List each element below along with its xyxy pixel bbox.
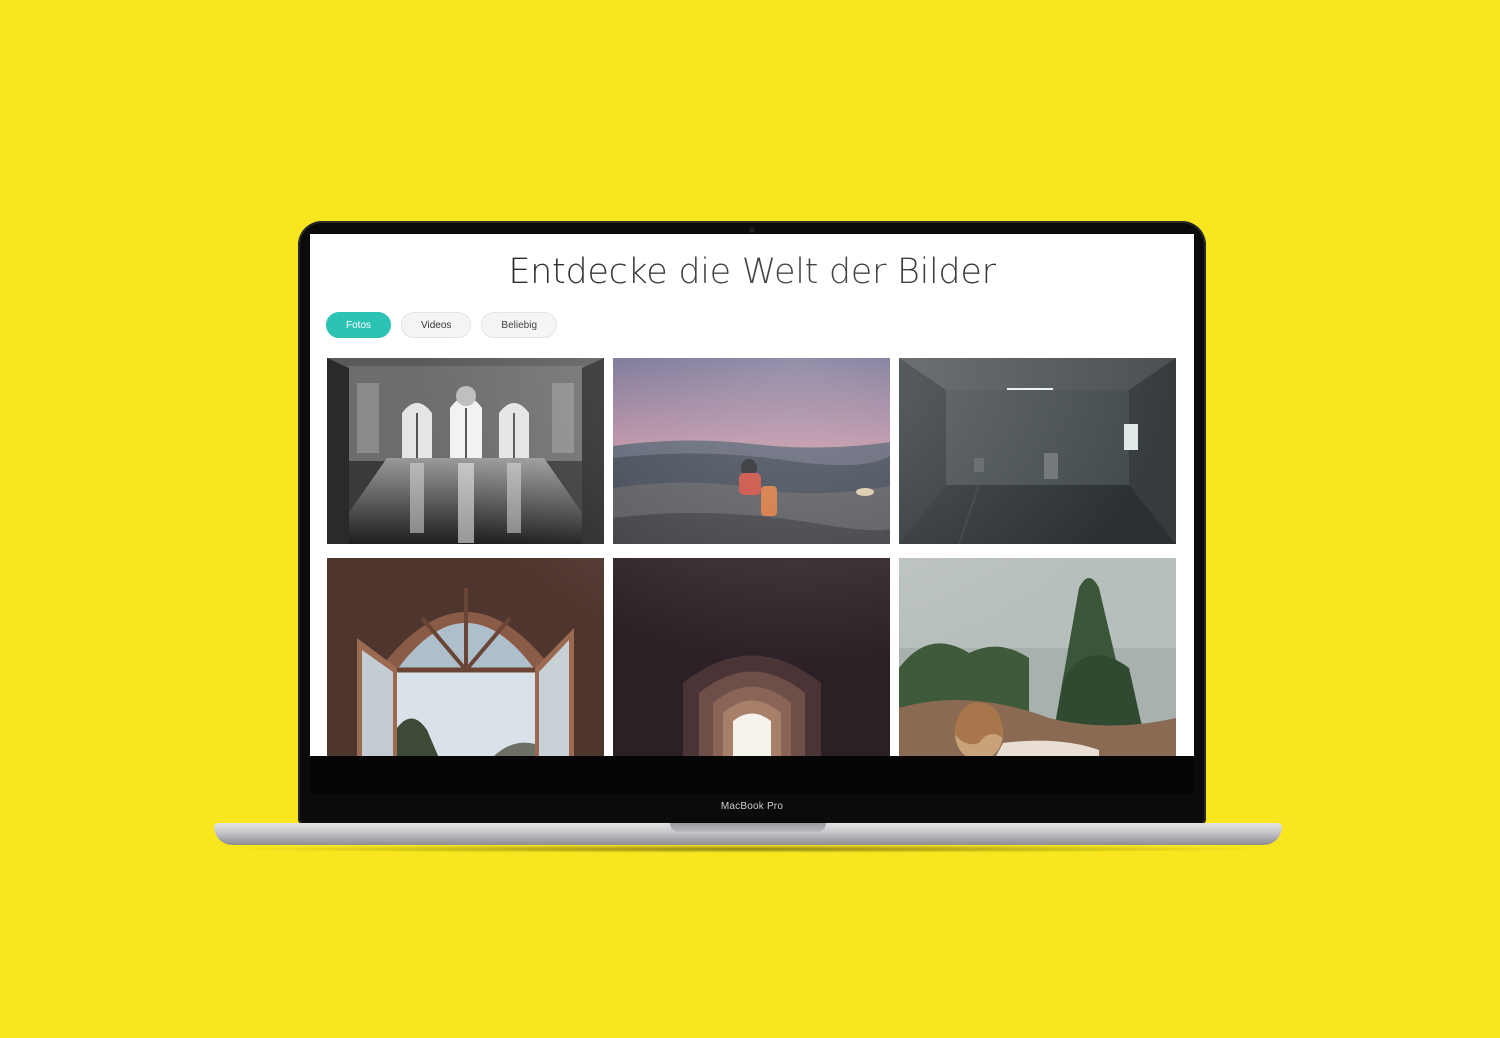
filter-bar: Fotos Videos Beliebig: [326, 312, 558, 338]
laptop-opening-notch: [670, 823, 826, 832]
filter-beliebig-button[interactable]: Beliebig: [481, 312, 558, 338]
archway-photo: [613, 558, 890, 756]
gallery-item-archway[interactable]: [613, 558, 890, 756]
arched-window-photo: [327, 558, 604, 756]
gallery-item-mountain[interactable]: [613, 358, 890, 544]
gallery-item-woman[interactable]: [899, 558, 1176, 756]
woman-in-field-photo: [899, 558, 1176, 756]
page-title: Entdecke die Welt der Bilder: [508, 252, 996, 292]
camera-icon: [749, 227, 755, 233]
filter-fotos-button[interactable]: Fotos: [326, 312, 392, 338]
gallery-item-window[interactable]: [327, 558, 604, 756]
screen-bottom-bar: [310, 756, 1194, 794]
mountain-sunset-photo: [613, 358, 890, 544]
laptop-lid: Entdecke die Welt der Bilder Fotos Video…: [298, 221, 1206, 825]
empty-room-photo: [899, 358, 1176, 544]
filter-videos-button[interactable]: Videos: [401, 312, 472, 338]
laptop-shadow: [220, 845, 1276, 853]
ballroom-photo: [327, 358, 604, 544]
image-gallery: [327, 358, 1177, 756]
gallery-item-ballroom[interactable]: [327, 358, 604, 544]
device-label: MacBook Pro: [720, 801, 784, 812]
browser-viewport: Entdecke die Welt der Bilder Fotos Video…: [310, 234, 1194, 756]
gallery-item-room[interactable]: [899, 358, 1176, 544]
